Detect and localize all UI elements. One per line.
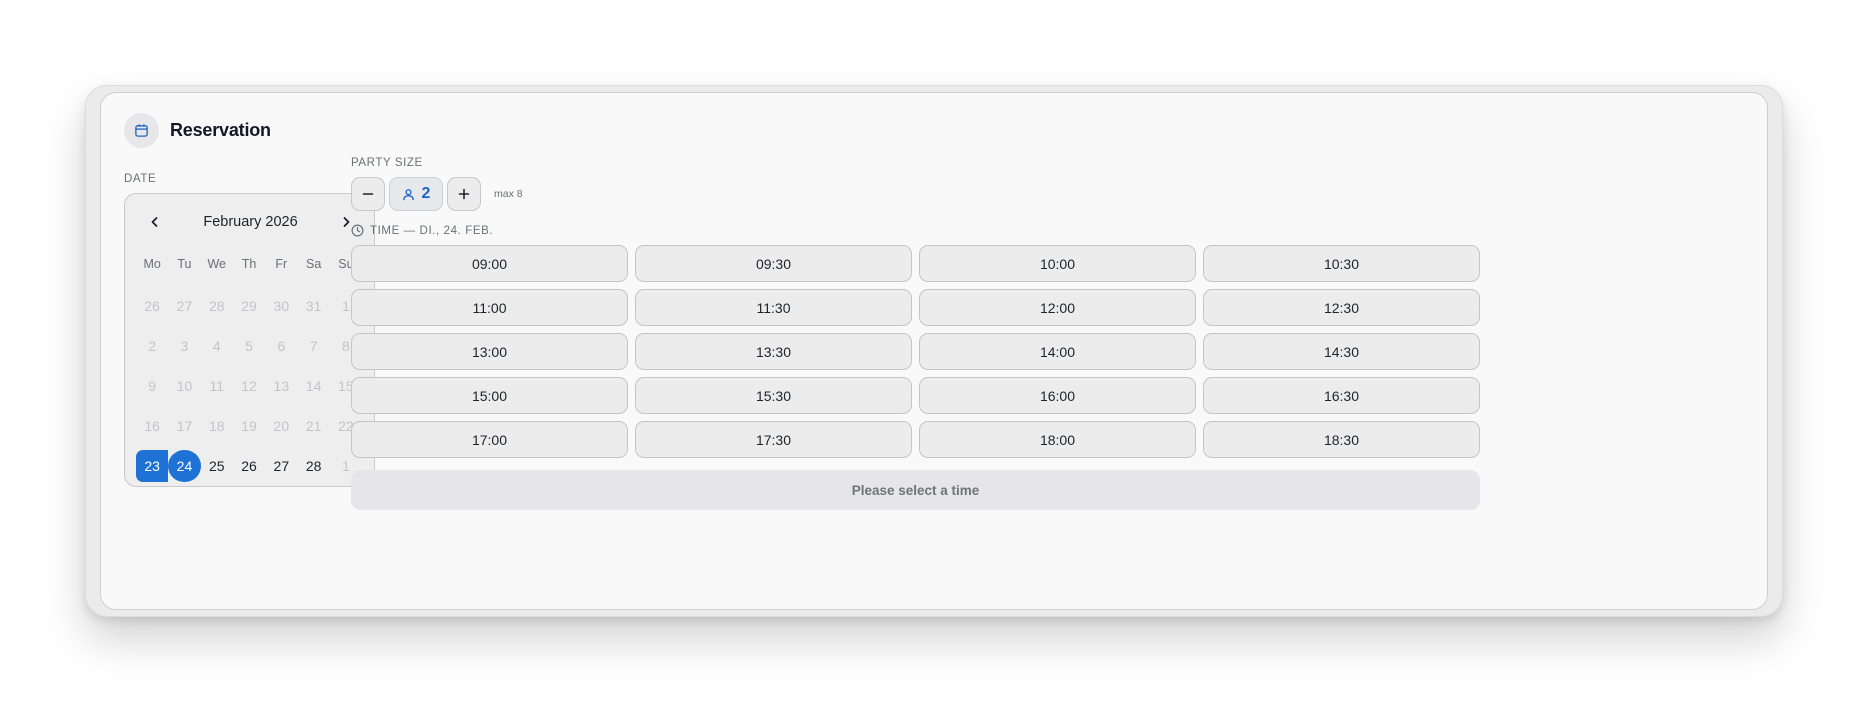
time-slot-grid: 09:00 09:30 10:00 10:30 11:00 11:30 12:00 12:30… <box>351 245 1480 458</box>
time-slot-button[interactable]: 16:30 <box>1203 377 1480 414</box>
calendar-day: 19 <box>241 418 257 434</box>
time-slot-button[interactable]: 17:00 <box>351 421 628 458</box>
time-slot-button[interactable]: 12:00 <box>919 289 1196 326</box>
plus-icon <box>458 188 470 200</box>
calendar-day: 13 <box>273 378 290 394</box>
calendar-day: 17 <box>176 418 193 434</box>
time-slot-button[interactable]: 15:30 <box>635 377 912 414</box>
time-slot-button[interactable]: 11:00 <box>351 289 628 326</box>
minus-icon <box>362 193 374 195</box>
calendar-day[interactable]: 25 <box>201 450 233 482</box>
weekday-label: Fr <box>275 257 288 271</box>
calendar-day: 10 <box>176 378 193 394</box>
calendar-day: 28 <box>208 298 225 314</box>
calendar-day: 9 <box>148 378 157 394</box>
window-frame: Reservation DATE February 2026 Mo Tu We … <box>85 85 1783 617</box>
calendar-day: 11 <box>209 378 225 394</box>
calendar-icon <box>124 113 159 148</box>
calendar-day: 18 <box>208 418 225 434</box>
calendar-day: 2 <box>148 338 157 354</box>
date-picker: February 2026 Mo Tu We Th Fr Sa Su 26 27 2… <box>124 193 375 487</box>
calendar-day[interactable]: 23 <box>136 450 169 482</box>
time-slot-button[interactable]: 13:30 <box>635 333 912 370</box>
calendar-day: 30 <box>273 298 290 314</box>
weekday-label: Mo <box>143 257 161 271</box>
weekday-label: We <box>207 257 226 271</box>
time-slot-button[interactable]: 16:00 <box>919 377 1196 414</box>
weekday-label: Th <box>241 257 257 271</box>
time-header: TIME — DI., 24. FEB. <box>351 224 493 237</box>
calendar-day: 6 <box>277 338 286 354</box>
decrement-button[interactable] <box>351 177 385 211</box>
calendar-day[interactable]: 26 <box>233 450 265 482</box>
calendar-day[interactable]: 24 <box>168 450 201 482</box>
calendar-day: 4 <box>212 338 221 354</box>
time-slot-button[interactable]: 12:30 <box>1203 289 1480 326</box>
calendar-day: 26 <box>144 298 160 314</box>
time-slot-button[interactable]: 18:30 <box>1203 421 1480 458</box>
calendar-day: 21 <box>305 418 322 434</box>
party-size-number: 2 <box>421 185 431 202</box>
time-slot-button[interactable]: 14:30 <box>1203 333 1480 370</box>
reservation-card: Reservation DATE February 2026 Mo Tu We … <box>100 92 1768 610</box>
page-title: Reservation <box>170 120 271 140</box>
time-slot-button[interactable]: 09:30 <box>635 245 912 282</box>
calendar-day: 12 <box>241 378 257 394</box>
calendar-header: February 2026 <box>125 210 374 234</box>
time-slot-button[interactable]: 15:00 <box>351 377 628 414</box>
weekday-label: Tu <box>177 257 192 271</box>
calendar-day: 7 <box>309 338 318 354</box>
calendar-day: 14 <box>305 378 322 394</box>
calendar-day: 5 <box>245 338 253 354</box>
increment-button[interactable] <box>447 177 481 211</box>
calendar-day[interactable]: 28 <box>297 450 329 482</box>
time-slot-button[interactable]: 11:30 <box>635 289 912 326</box>
time-slot-button[interactable]: 13:00 <box>351 333 628 370</box>
time-slot-button[interactable]: 18:00 <box>919 421 1196 458</box>
calendar-day: 3 <box>180 338 189 354</box>
time-slot-button[interactable]: 09:00 <box>351 245 628 282</box>
time-slot-button[interactable]: 17:30 <box>635 421 912 458</box>
weekday-label: Sa <box>305 257 322 271</box>
month-label: February 2026 <box>203 214 298 230</box>
party-size-value: 2 <box>389 177 443 211</box>
party-size-stepper: 2 max 8 <box>351 177 523 211</box>
party-max-hint: max 8 <box>494 188 523 200</box>
card-header: Reservation <box>124 113 271 148</box>
prev-month-button[interactable] <box>143 210 167 234</box>
calendar-day: 20 <box>273 418 290 434</box>
calendar-day[interactable]: 27 <box>265 450 297 482</box>
calendar-day: 31 <box>305 298 322 314</box>
time-slot-button[interactable]: 10:30 <box>1203 245 1480 282</box>
person-icon <box>402 188 414 200</box>
confirm-button[interactable]: Please select a time <box>351 470 1480 510</box>
chevron-left-icon <box>151 217 158 227</box>
clock-icon <box>351 224 364 237</box>
time-label: TIME — DI., 24. FEB. <box>370 224 494 237</box>
date-label: DATE <box>124 173 157 185</box>
calendar-day: 27 <box>176 298 193 314</box>
calendar-grid: Mo Tu We Th Fr Sa Su 26 27 28 29 30 31 1 2 3 4 5 6 7… <box>136 250 362 482</box>
calendar-day: 29 <box>241 298 257 314</box>
calendar-day: 16 <box>144 418 160 434</box>
time-slot-button[interactable]: 10:00 <box>919 245 1196 282</box>
party-size-label: PARTY SIZE <box>351 157 423 169</box>
time-slot-button[interactable]: 14:00 <box>919 333 1196 370</box>
